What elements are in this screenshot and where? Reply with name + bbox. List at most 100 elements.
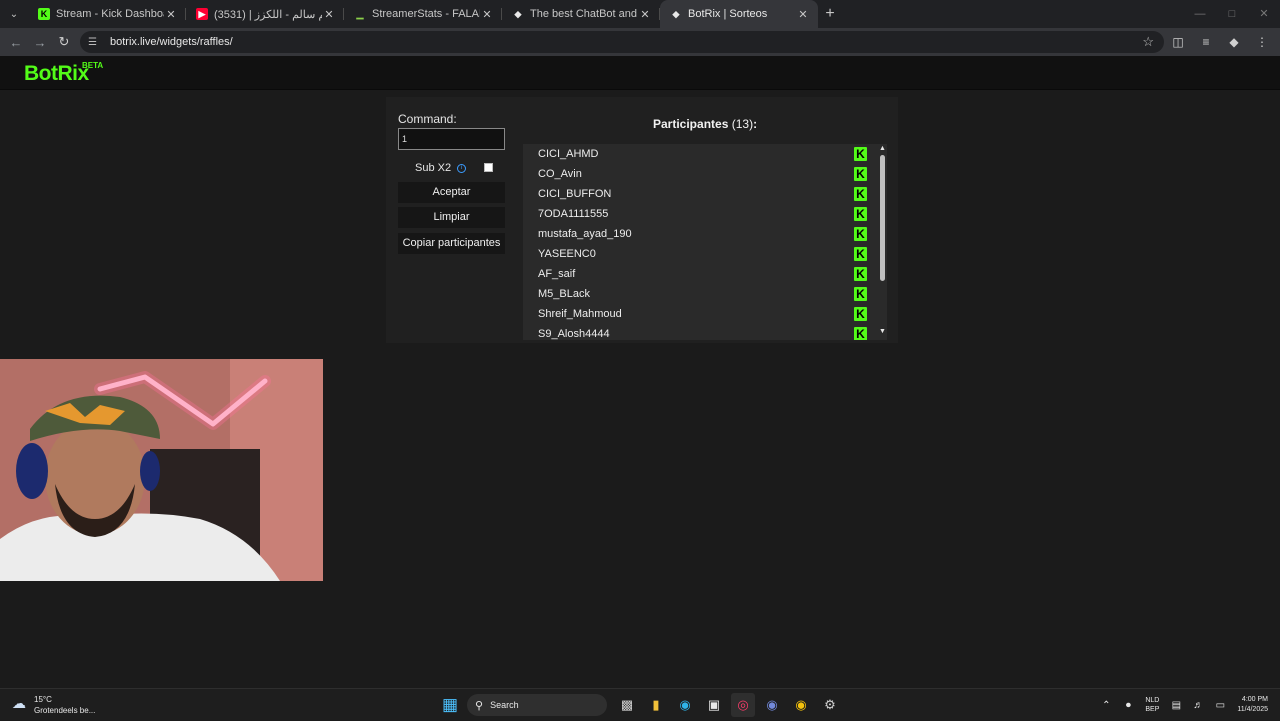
logo-text: BotRix (24, 62, 89, 85)
kick-platform-icon: K (854, 187, 867, 201)
chrome-icon[interactable]: ◉ (789, 693, 813, 717)
weather-widget[interactable]: ☁ 15°C Grotendeels be... (12, 695, 95, 717)
tray-chevron-up-icon[interactable]: ⌃ (1095, 700, 1117, 711)
address-bar[interactable]: ☰ botrix.live/widgets/raffles/ ☆ (80, 31, 1164, 53)
reading-list-icon[interactable]: ≡ (1192, 35, 1220, 49)
browser-toolbar: ← → ↻ ☰ botrix.live/widgets/raffles/ ☆ ◫… (0, 28, 1280, 56)
participant-row: AF_saif K (523, 264, 887, 284)
botrix-icon: ◆ (672, 8, 680, 19)
command-input[interactable]: 1 (398, 128, 505, 150)
browser-tab[interactable]: ◆ BotRix | Sorteos ✕ (660, 0, 818, 28)
close-tab-icon[interactable]: ✕ (796, 8, 810, 21)
settings-gear-icon[interactable]: ⚙ (818, 693, 842, 717)
browser-menu-icon[interactable]: ⋮ (1248, 35, 1276, 49)
kick-platform-icon: K (854, 267, 867, 281)
reload-icon[interactable]: ↻ (52, 34, 76, 50)
microphone-icon[interactable]: ⏺ (1117, 700, 1139, 711)
copy-participants-button[interactable]: Copiar participantes (398, 233, 505, 254)
kick-platform-icon: K (854, 247, 867, 261)
kick-platform-icon: K (854, 327, 867, 340)
participant-name: AF_saif (538, 268, 576, 280)
extensions-icon[interactable]: ◫ (1164, 35, 1192, 49)
command-label: Command: (398, 112, 457, 126)
toolbar-actions: ◫ ≡ ◆ ⋮ (1164, 28, 1276, 56)
participants-list[interactable]: CICI_AHMD K CO_Avin K CICI_BUFFON K 7ODA111155… (523, 144, 887, 340)
botrix-logo[interactable]: BotRix BETA (24, 61, 103, 86)
close-tab-icon[interactable]: ✕ (638, 8, 652, 21)
url-text: botrix.live/widgets/raffles/ (110, 36, 233, 48)
taskbar-search[interactable]: ⚲ Search (467, 694, 607, 716)
sub-x2-checkbox[interactable] (484, 163, 493, 172)
system-tray: ⌃ ⏺ NLD BEP ▤ ♬ ▭ 4:00 PM 11/4/2025 (1095, 689, 1280, 721)
participant-name: CICI_BUFFON (538, 188, 612, 200)
clock-date: 11/4/2025 (1237, 706, 1268, 713)
participants-title-text: Participantes (653, 117, 729, 131)
close-tab-icon[interactable]: ✕ (480, 8, 494, 21)
participant-row: M5_BLack K (523, 284, 887, 304)
youtube-icon: ▶ (196, 8, 208, 20)
windows-start-icon[interactable]: ▦ (438, 693, 462, 717)
participant-name: M5_BLack (538, 288, 590, 300)
participant-name: S9_Alosh4444 (538, 328, 610, 340)
clock[interactable]: 4:00 PM 11/4/2025 (1237, 695, 1268, 715)
file-explorer-icon[interactable]: ▮ (644, 693, 668, 717)
participants-colon: : (753, 117, 758, 131)
beta-badge: BETA (82, 61, 104, 70)
restore-icon[interactable]: □ (1216, 0, 1248, 28)
language-indicator[interactable]: NLD BEP (1145, 696, 1159, 714)
browser-tab[interactable]: K Stream - Kick Dashboard✕ (28, 0, 186, 28)
sub-x2-label: Sub X2 (415, 162, 452, 174)
scrollbar-thumb[interactable] (880, 155, 885, 281)
forward-icon[interactable]: → (28, 35, 52, 50)
battery-icon[interactable]: ▭ (1209, 700, 1231, 711)
taskbar-apps: ▦ ⚲ Search ▩ ▮ ◉ ▣ ◎ ◉ ◉ ⚙ (438, 693, 847, 717)
weather-temp: 15°C (34, 695, 52, 704)
webcam-feed-image (0, 359, 323, 581)
botrix-icon: ◆ (514, 8, 522, 19)
tab-search-chevron-icon[interactable]: ⌄ (0, 0, 28, 28)
close-tab-icon[interactable]: ✕ (322, 8, 336, 21)
close-window-icon[interactable]: ✕ (1248, 0, 1280, 28)
minimize-icon[interactable]: — (1184, 0, 1216, 28)
back-icon[interactable]: ← (4, 35, 28, 50)
accept-button[interactable]: Aceptar (398, 182, 505, 203)
store-icon[interactable]: ▣ (702, 693, 726, 717)
tab-title: BotRix | Sorteos (688, 8, 768, 20)
participant-name: CICI_AHMD (538, 148, 599, 160)
participant-row: CICI_BUFFON K (523, 184, 887, 204)
streamerstats-icon: ▁ (356, 8, 364, 19)
weather-desc: Grotendeels be... (34, 706, 96, 715)
clear-button[interactable]: Limpiar (398, 207, 505, 228)
volume-icon[interactable]: ♬ (1187, 700, 1209, 711)
scroll-down-icon[interactable]: ▼ (879, 328, 886, 335)
participant-name: CO_Avin (538, 168, 582, 180)
obs-icon[interactable]: ◎ (731, 693, 755, 717)
browser-tab[interactable]: ▁ StreamerStats - FALAFELCO Pro✕ (344, 0, 502, 28)
raffle-panel: Command: 1 Sub X2 i Aceptar Limpiar Copi… (386, 97, 898, 343)
kick-platform-icon: K (854, 307, 867, 321)
participant-row: Shreif_Mahmoud K (523, 304, 887, 324)
browser-tab[interactable]: ◆ The best ChatBot and Widgets✕ (502, 0, 660, 28)
participant-row: S9_Alosh4444 K (523, 324, 887, 340)
network-icon[interactable]: ▤ (1165, 700, 1187, 711)
participants-count: (13) (731, 117, 754, 131)
participant-row: 7ODA1111555 K (523, 204, 887, 224)
edge-icon[interactable]: ◉ (673, 693, 697, 717)
profile-icon[interactable]: ◆ (1220, 35, 1248, 49)
close-tab-icon[interactable]: ✕ (164, 8, 178, 21)
task-view-icon[interactable]: ▩ (615, 693, 639, 717)
bookmark-star-icon[interactable]: ☆ (1142, 34, 1154, 50)
participant-name: YASEENC0 (538, 248, 596, 260)
info-icon[interactable]: i (457, 163, 467, 173)
participant-name: mustafa_ayad_190 (538, 228, 632, 240)
site-settings-icon[interactable]: ☰ (88, 37, 102, 48)
new-tab-button[interactable]: + (818, 5, 842, 23)
scroll-up-icon[interactable]: ▲ (879, 145, 886, 152)
kick-icon: K (38, 8, 50, 20)
lang-top: NLD (1145, 697, 1160, 704)
webcam-overlay (0, 359, 323, 581)
discord-icon[interactable]: ◉ (760, 693, 784, 717)
tab-title: Stream - Kick Dashboard (56, 8, 164, 20)
kick-platform-icon: K (854, 167, 867, 181)
browser-tab[interactable]: ▶ سليم سالم - اللكزز | (3531)✕ (186, 0, 344, 28)
